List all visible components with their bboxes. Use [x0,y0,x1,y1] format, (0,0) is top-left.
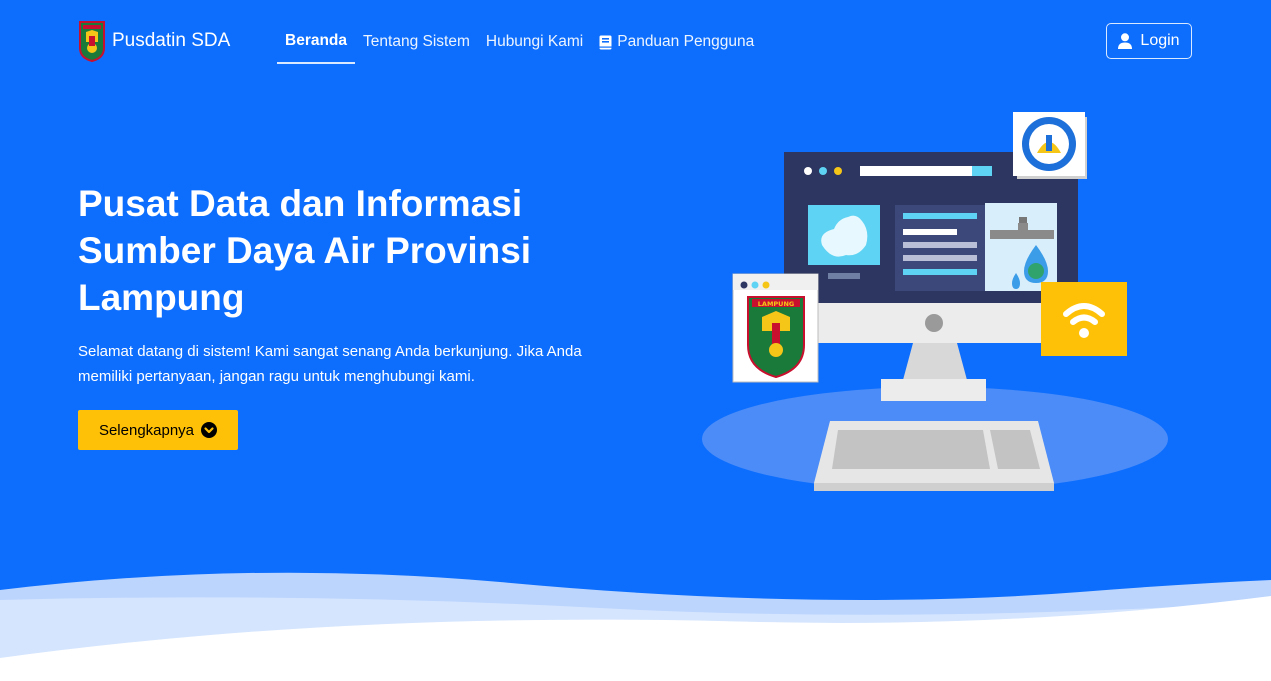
selengkapnya-button[interactable]: Selengkapnya [78,410,238,450]
login-label: Login [1140,32,1180,49]
hero-illustration: LAMPUNG [702,112,1168,491]
book-icon [599,35,612,49]
monitor-base [881,379,986,401]
hero-description: Selamat datang di sistem! Kami sangat se… [78,343,582,385]
user-icon [1118,33,1133,49]
wave-decoration [0,572,1271,681]
nav-item-label: Beranda [285,32,348,49]
navbar: Pusdatin SDA Beranda Tentang Sistem Hubu… [0,0,1271,84]
brand-name: Pusdatin SDA [112,30,231,51]
nav-item-hubungi-kami[interactable]: Hubungi Kami [478,22,591,64]
province-emblem-icon [79,21,105,62]
monitor-stand [903,343,967,380]
nav-item-label: Tentang Sistem [363,33,470,50]
hero-title: Pusat Data dan Informasi Sumber Daya Air… [78,183,532,318]
nav-links: Beranda Tentang Sistem Hubungi Kami Pand… [277,22,762,64]
cta-label: Selengkapnya [98,421,195,439]
nav-item-tentang-sistem[interactable]: Tentang Sistem [355,22,478,64]
brand[interactable]: Pusdatin SDA [78,20,230,62]
nav-item-label: Hubungi Kami [485,33,584,50]
chevron-down-circle-icon [201,422,218,438]
nav-item-label: Panduan Pengguna [617,33,755,50]
nav-item-beranda[interactable]: Beranda [277,22,356,64]
emblem-label: LAMPUNG [758,300,794,308]
login-button[interactable]: Login [1106,23,1192,59]
power-button-icon [925,314,943,332]
nav-item-panduan-pengguna[interactable]: Panduan Pengguna [591,22,762,64]
